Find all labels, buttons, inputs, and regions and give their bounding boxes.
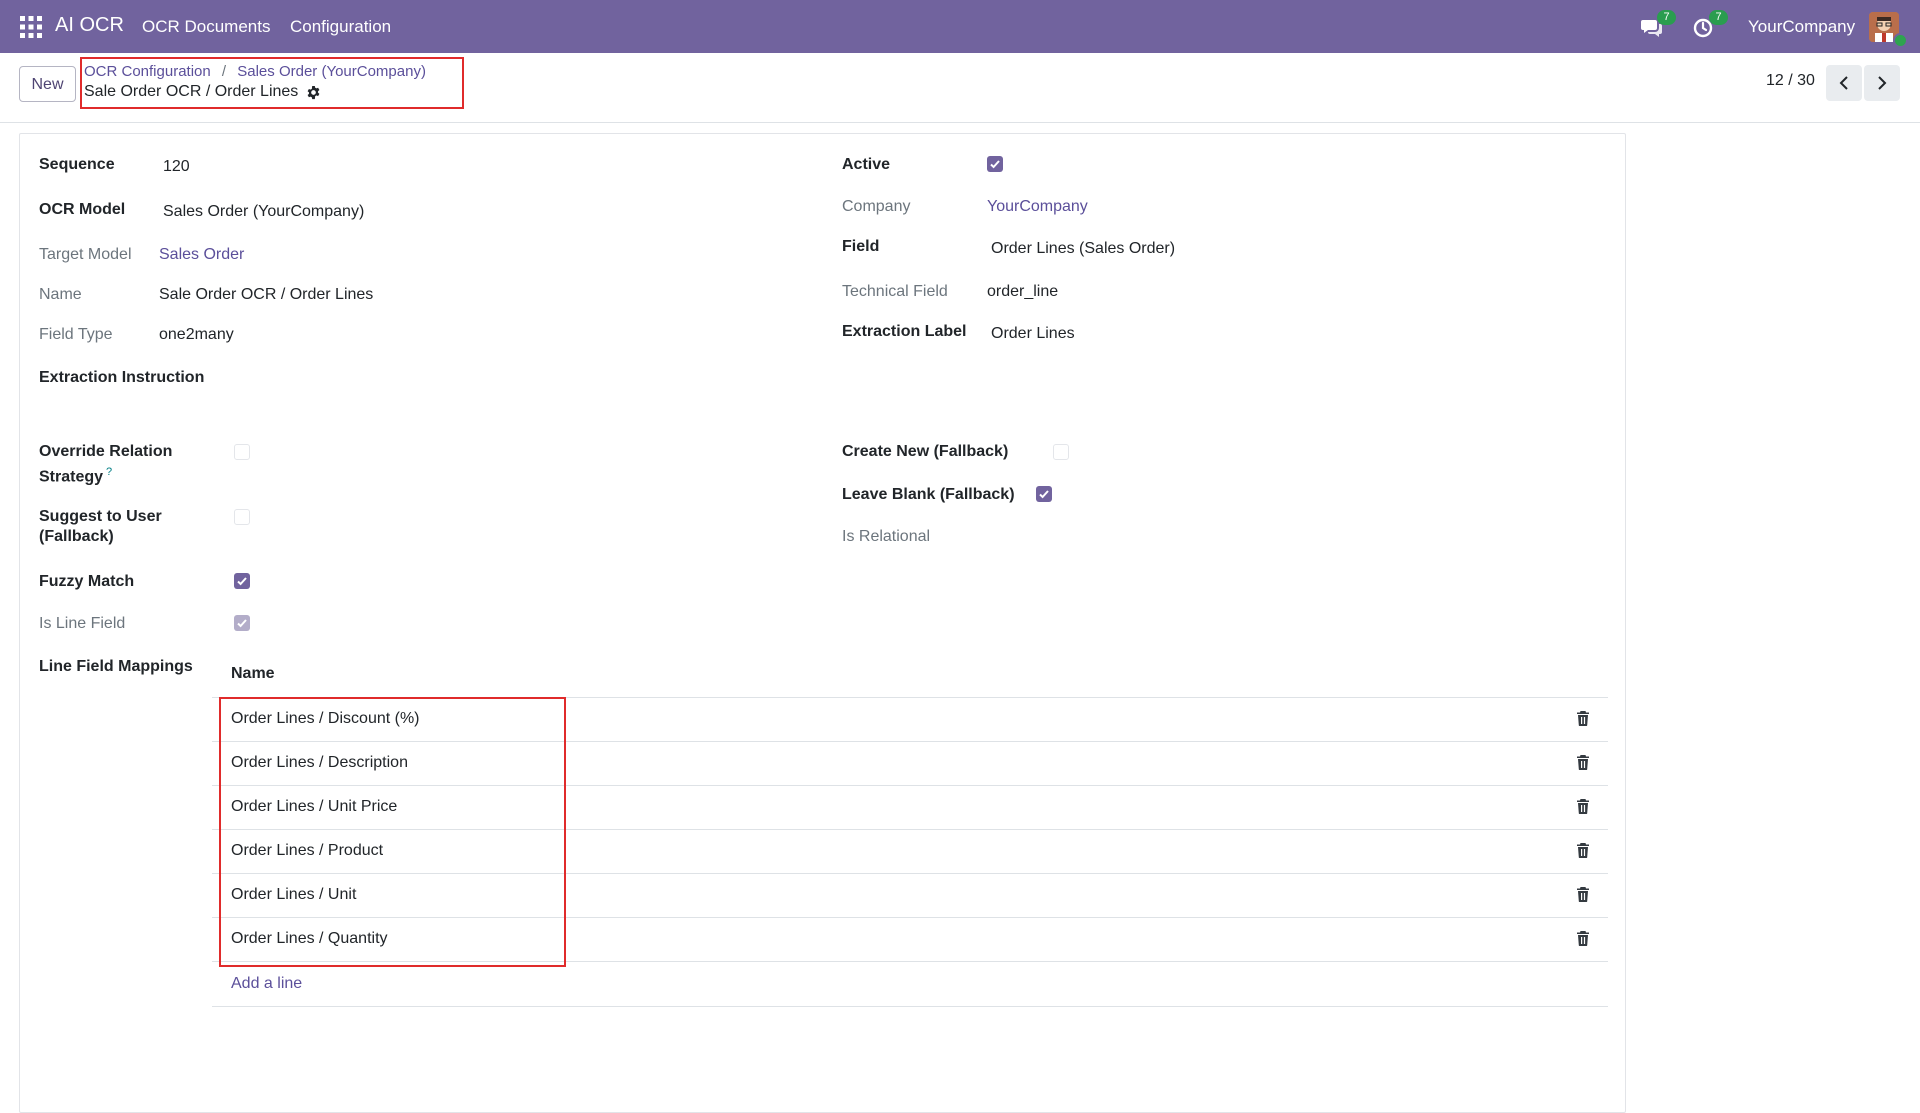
pager-value[interactable]: 12 / 30 (1766, 72, 1815, 90)
extraction-label-field[interactable]: Order Lines (991, 324, 1075, 344)
company-switcher[interactable]: YourCompany (1748, 17, 1855, 37)
extraction-instruction-label: Extraction Instruction (39, 369, 205, 386)
breadcrumb: OCR Configuration / Sales Order (YourCom… (84, 63, 426, 80)
check-icon (237, 619, 247, 628)
help-tooltip-icon[interactable]: ? (106, 466, 112, 478)
is-line-field-checkbox (234, 615, 250, 631)
leave-blank-fallback-label: Leave Blank (Fallback) (842, 486, 1015, 503)
check-icon (1039, 490, 1049, 499)
company-link[interactable]: YourCompany (987, 197, 1088, 217)
online-status-dot (1893, 33, 1908, 48)
create-new-fallback-checkbox[interactable] (1053, 444, 1069, 460)
form-sheet: Sequence 120 OCR Model Sales Order (Your… (19, 133, 1626, 1113)
add-a-line-link[interactable]: Add a line (231, 975, 302, 993)
leave-blank-fallback-checkbox[interactable] (1036, 486, 1052, 502)
check-icon (237, 577, 247, 586)
suggest-label-line1: Suggest to User (39, 508, 162, 525)
technical-field-value: order_line (987, 283, 1059, 300)
menu-configuration[interactable]: Configuration (290, 17, 391, 37)
trash-icon[interactable] (1576, 886, 1590, 902)
pager-previous-button[interactable] (1826, 65, 1862, 101)
list-footer-divider (212, 1006, 1608, 1007)
rows-highlight-box (219, 697, 566, 967)
messages-button[interactable]: 7 (1640, 10, 1676, 40)
create-new-fallback-label: Create New (Fallback) (842, 443, 1009, 460)
extraction-label-label: Extraction Label (842, 323, 967, 340)
fuzzy-match-label: Fuzzy Match (39, 573, 135, 590)
chevron-right-icon (1878, 76, 1887, 90)
is-line-field-label: Is Line Field (39, 615, 126, 632)
ocr-model-field[interactable]: Sales Order (YourCompany) (163, 202, 364, 222)
override-relation-strategy-checkbox[interactable] (234, 444, 250, 460)
record-title-row: Sale Order OCR / Order Lines (84, 83, 321, 101)
target-model-link[interactable]: Sales Order (159, 245, 244, 265)
messages-badge: 7 (1657, 10, 1676, 25)
override-relation-strategy-label: Override Relation Strategy? (39, 442, 172, 487)
menu-ocr-documents[interactable]: OCR Documents (142, 17, 270, 37)
trash-icon[interactable] (1576, 798, 1590, 814)
override-label-line1: Override Relation (39, 443, 173, 460)
record-title: Sale Order OCR / Order Lines (84, 83, 299, 100)
new-button[interactable]: New (19, 66, 76, 102)
activities-button[interactable]: 7 (1692, 10, 1728, 40)
sequence-label: Sequence (39, 156, 115, 173)
breadcrumb-separator: / (221, 63, 227, 80)
sequence-field[interactable]: 120 (163, 157, 190, 177)
field-type-value: one2many (159, 326, 234, 343)
target-model-label: Target Model (39, 246, 132, 263)
chevron-left-icon (1839, 76, 1848, 90)
gear-icon[interactable] (306, 85, 321, 100)
override-label-line2: Strategy (39, 468, 104, 486)
suggest-to-user-label: Suggest to User (Fallback) (39, 507, 162, 547)
field-field[interactable]: Order Lines (Sales Order) (991, 239, 1175, 259)
top-navbar: AI OCR OCR Documents Configuration 7 7 Y… (0, 0, 1920, 53)
company-label: Company (842, 198, 911, 215)
active-label: Active (842, 156, 891, 173)
apps-grid-icon[interactable] (20, 16, 42, 38)
app-name[interactable]: AI OCR (55, 14, 124, 37)
fuzzy-match-checkbox[interactable] (234, 573, 250, 589)
active-checkbox[interactable] (987, 156, 1003, 172)
field-label: Field (842, 238, 880, 255)
column-header-name[interactable]: Name (231, 665, 275, 683)
ocr-model-label: OCR Model (39, 201, 126, 218)
suggest-to-user-checkbox[interactable] (234, 509, 250, 525)
suggest-label-line2: (Fallback) (39, 528, 114, 545)
control-panel: New OCR Configuration / Sales Order (You… (0, 53, 1920, 123)
name-value: Sale Order OCR / Order Lines (159, 286, 374, 303)
trash-icon[interactable] (1576, 930, 1590, 946)
name-label: Name (39, 286, 82, 303)
breadcrumb-ocr-configuration[interactable]: OCR Configuration (84, 63, 211, 80)
field-type-label: Field Type (39, 326, 113, 343)
technical-field-label: Technical Field (842, 283, 948, 300)
trash-icon[interactable] (1576, 842, 1590, 858)
trash-icon[interactable] (1576, 710, 1590, 726)
line-field-mappings-label: Line Field Mappings (39, 658, 193, 675)
breadcrumb-sales-order[interactable]: Sales Order (YourCompany) (237, 63, 426, 80)
check-icon (990, 160, 1000, 169)
trash-icon[interactable] (1576, 754, 1590, 770)
is-relational-label: Is Relational (842, 528, 931, 545)
pager-next-button[interactable] (1864, 65, 1900, 101)
activities-badge: 7 (1709, 10, 1728, 25)
